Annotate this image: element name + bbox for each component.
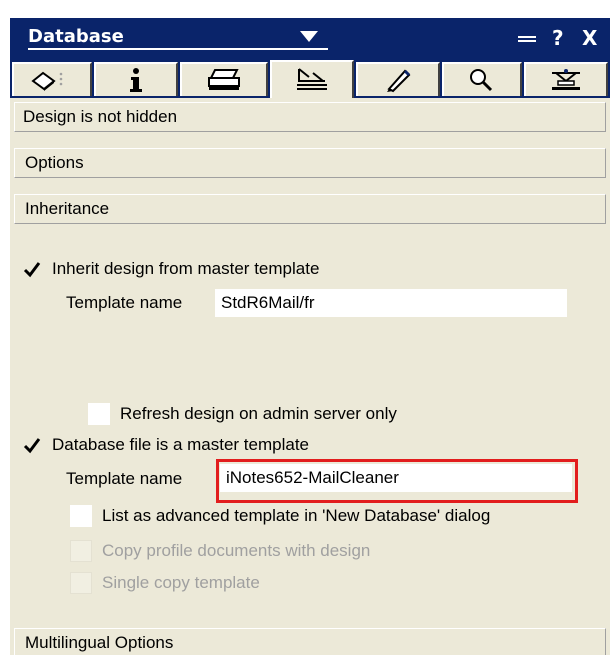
advanced-template-checkbox[interactable] bbox=[70, 505, 92, 527]
tab-info[interactable] bbox=[94, 62, 178, 96]
tab-design[interactable] bbox=[270, 60, 354, 98]
section-label: Design is not hidden bbox=[23, 107, 178, 126]
section-label: Inheritance bbox=[25, 199, 110, 218]
tab-printing[interactable] bbox=[180, 62, 268, 96]
tab-basics[interactable] bbox=[12, 62, 92, 96]
check-icon bbox=[23, 438, 41, 454]
tab-full-text[interactable] bbox=[442, 62, 522, 96]
printer-icon bbox=[208, 69, 240, 90]
section-multilingual[interactable]: Multilingual Options bbox=[14, 628, 606, 655]
database-properties-dialog: Database ? X Design is not hidden Option… bbox=[10, 18, 610, 655]
dock-icon[interactable] bbox=[518, 36, 536, 42]
master-template-name-label: Template name bbox=[66, 469, 183, 488]
master-template-label: Database file is a master template bbox=[52, 435, 310, 454]
close-button[interactable]: X bbox=[582, 26, 597, 50]
section-design-hidden[interactable]: Design is not hidden bbox=[14, 102, 606, 132]
highlight-box bbox=[216, 459, 578, 503]
refresh-admin-checkbox[interactable] bbox=[88, 403, 110, 425]
section-label: Multilingual Options bbox=[25, 633, 174, 652]
inherit-design-checkbox[interactable] bbox=[22, 260, 42, 280]
advanced-template-label: List as advanced template in 'New Databa… bbox=[102, 506, 491, 525]
info-tab-icon bbox=[31, 71, 63, 91]
inherit-design-label: Inherit design from master template bbox=[52, 259, 320, 278]
section-options[interactable]: Options bbox=[14, 148, 606, 178]
section-inheritance[interactable]: Inheritance bbox=[14, 194, 606, 224]
dropdown-label: Database bbox=[28, 26, 124, 47]
copy-profile-label: Copy profile documents with design bbox=[102, 541, 371, 560]
single-copy-label: Single copy template bbox=[102, 573, 260, 592]
chevron-down-icon bbox=[300, 31, 318, 42]
pen-icon bbox=[387, 69, 411, 93]
help-button[interactable]: ? bbox=[552, 26, 564, 50]
single-copy-checkbox bbox=[70, 572, 92, 594]
tab-advanced[interactable] bbox=[524, 62, 608, 96]
refresh-admin-label: Refresh design on admin server only bbox=[120, 404, 397, 423]
advanced-icon bbox=[552, 69, 580, 90]
section-label: Options bbox=[25, 153, 84, 172]
tab-strip bbox=[10, 58, 610, 98]
inherit-template-name-field[interactable]: StdR6Mail/fr bbox=[215, 289, 567, 317]
search-icon bbox=[470, 69, 493, 92]
master-template-checkbox[interactable] bbox=[22, 436, 42, 456]
tab-launch[interactable] bbox=[356, 62, 440, 96]
title-bar: Database ? X bbox=[10, 18, 610, 58]
check-icon bbox=[23, 262, 41, 278]
design-icon bbox=[297, 68, 327, 90]
properties-type-dropdown[interactable]: Database bbox=[28, 26, 328, 50]
template-name-label: Template name bbox=[66, 293, 183, 312]
i-info-icon bbox=[130, 68, 142, 92]
copy-profile-checkbox bbox=[70, 540, 92, 562]
